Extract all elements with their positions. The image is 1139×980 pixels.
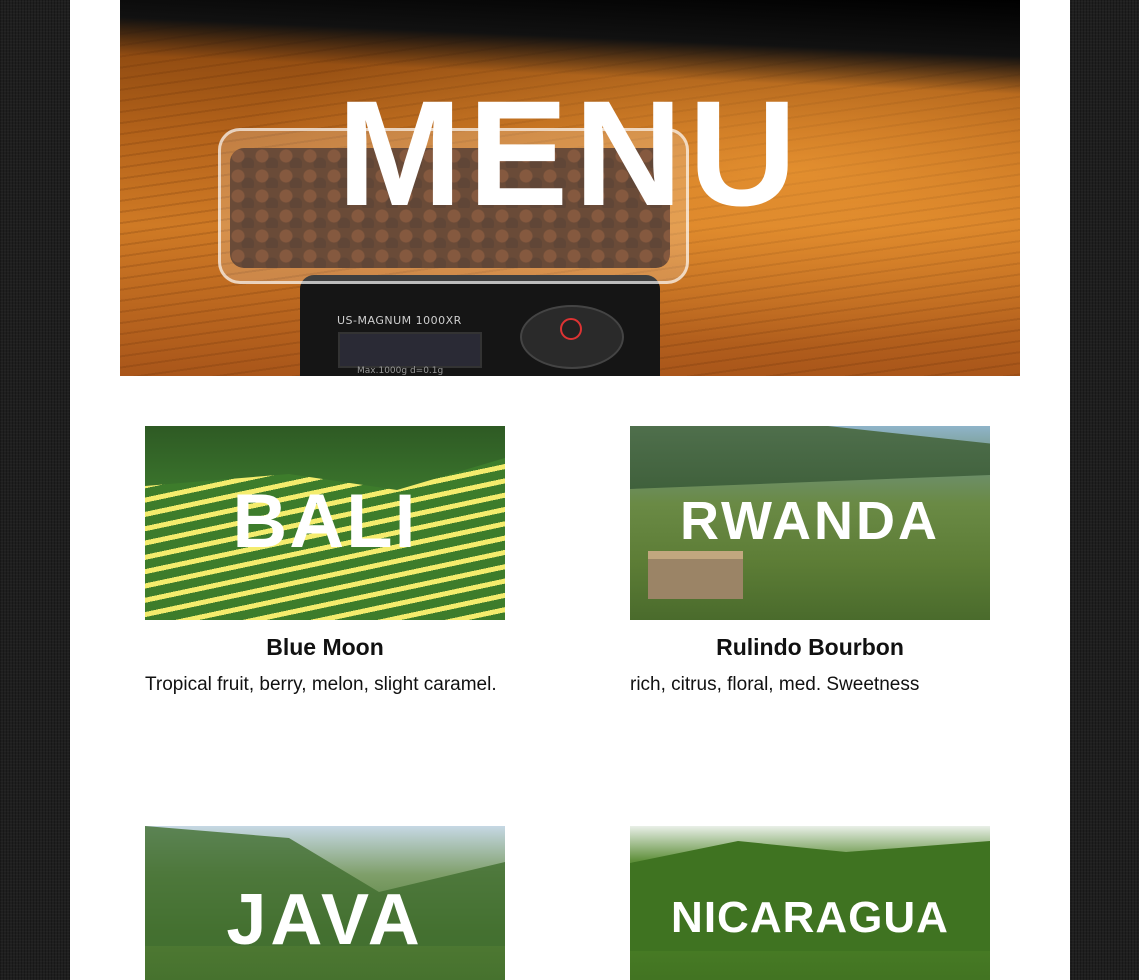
hero-scale-label: US-MAGNUM 1000XR (337, 314, 462, 327)
menu-item-image[interactable]: NICARAGUA (630, 826, 990, 980)
region-label: BALI (232, 479, 418, 564)
hero-scale-screen (338, 332, 482, 368)
region-label: NICARAGUA (671, 893, 949, 942)
menu-item-name: Rulindo Bourbon (716, 634, 904, 660)
power-icon (560, 318, 582, 340)
menu-item-image[interactable]: JAVA (145, 826, 505, 980)
menu-item-name: Blue Moon (266, 634, 384, 660)
region-label: JAVA (226, 880, 424, 960)
menu-item-bali[interactable]: BALI Blue Moon Tropical fruit, berry, me… (145, 426, 505, 696)
region-label: RWANDA (680, 491, 940, 551)
menu-item-image[interactable]: BALI (145, 426, 505, 620)
hero-scale-caption: Max.1000g d=0.1g (357, 366, 444, 376)
menu-item-description: Tropical fruit, berry, melon, slight car… (145, 674, 497, 695)
menu-item-java[interactable]: JAVA (145, 826, 505, 980)
page-container: US-MAGNUM 1000XR Max.1000g d=0.1g MENU B… (70, 0, 1070, 980)
hero-banner: US-MAGNUM 1000XR Max.1000g d=0.1g MENU (120, 0, 1020, 376)
menu-item-image[interactable]: RWANDA (630, 426, 990, 620)
menu-item-rwanda[interactable]: RWANDA Rulindo Bourbon rich, citrus, flo… (630, 426, 990, 696)
hut-image (648, 551, 743, 599)
menu-item-nicaragua[interactable]: NICARAGUA (630, 826, 990, 980)
page-title: MENU (337, 69, 803, 237)
menu-item-description: rich, citrus, floral, med. Sweetness (630, 674, 920, 695)
